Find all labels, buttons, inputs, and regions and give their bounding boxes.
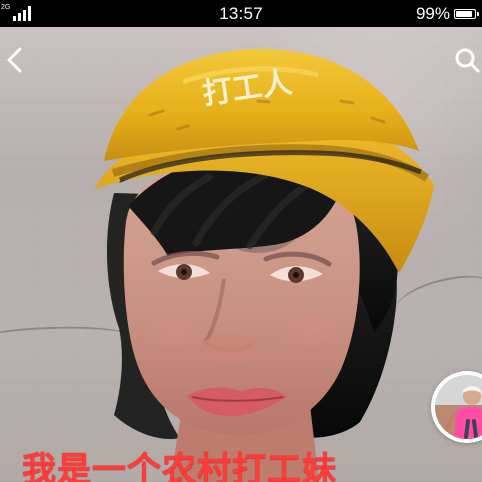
battery-status: 99% <box>415 4 479 24</box>
search-button[interactable] <box>452 43 482 77</box>
video-player[interactable]: 打工人 我是一个农村打工妹 <box>0 27 482 482</box>
video-caption: 我是一个农村打工妹 <box>22 451 337 482</box>
profile-photo <box>435 375 482 439</box>
left-cheek <box>142 307 206 355</box>
battery-level-fill <box>456 11 472 17</box>
right-cheek <box>281 305 343 353</box>
battery-percentage: 99% <box>415 4 450 23</box>
nose-tip <box>200 334 262 364</box>
back-button[interactable] <box>0 41 28 79</box>
profile-avatar-icon <box>435 375 482 439</box>
right-pupil <box>293 272 299 278</box>
left-pupil <box>181 269 187 275</box>
app-screen: 2G 13:57 99% 打工人 我是一个农村打工妹 <box>0 0 482 482</box>
battery-icon <box>454 9 479 19</box>
search-icon <box>455 48 480 73</box>
status-time: 13:57 <box>219 4 263 23</box>
status-bar: 2G 13:57 99% <box>0 0 482 27</box>
portrait-image: 打工人 <box>94 48 434 482</box>
back-arrow-icon <box>7 47 22 73</box>
